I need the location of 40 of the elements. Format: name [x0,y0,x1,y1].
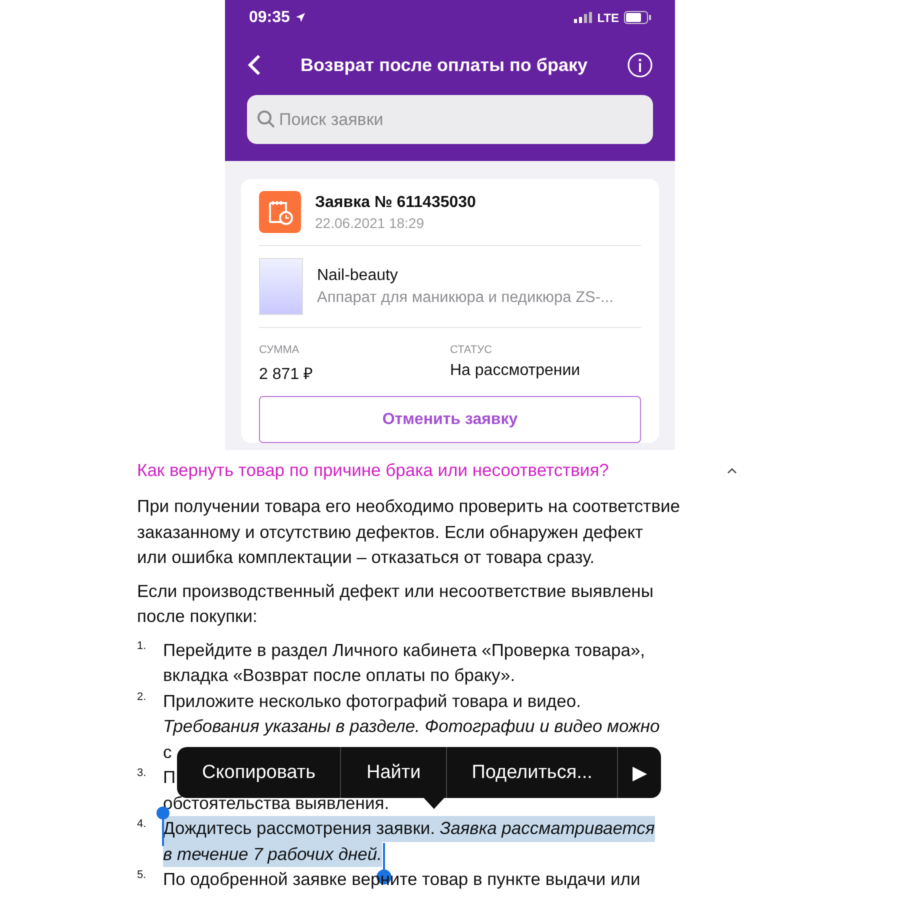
search-field[interactable]: Поиск заявки [247,95,653,144]
network-type: LTE [597,10,619,24]
step-line: вкладка «Возврат после оплаты по браку». [163,664,516,687]
step-line: П [163,766,176,789]
field-label: СТАТУС [450,344,494,356]
battery-icon [624,11,651,24]
status-time: 09:35 [249,8,290,26]
paragraph-line: заказанному и отсутствию дефектов. Если обнаружен дефект [137,520,644,544]
cancel-request-button[interactable]: Отменить заявку [259,396,641,443]
paragraph-line: после покупки: [137,605,258,628]
field-value: На рассмотрении [450,362,582,380]
product-name: Аппарат для маникюра и педикюра ZS-... [317,288,614,306]
signal-icon [574,12,592,23]
step-line: Приложите несколько фотографий товара и видео. [163,690,581,713]
screen-title: Возврат после оплаты по браку [300,54,588,76]
step-number: 5. [137,868,148,883]
paragraph-line: При получении товара его необходимо проверить на соответствие [137,495,682,518]
step-number: 4. [137,817,148,832]
field-value: 2 871 ₽ [259,365,314,384]
collapse-chevron-icon[interactable] [727,466,737,474]
menu-item[interactable]: Поделиться... [446,747,618,798]
request-date: 22.06.2021 18:29 [315,214,425,230]
field-label: СУММА [259,344,300,356]
paragraph-line: или ошибка комплектации – отказаться от товара сразу. [137,546,596,569]
paragraph-line: Если производственный дефект или несоответствие выявлены [137,580,654,603]
step-line: Перейдите в раздел Личного кабинета «Проверка товара», [163,638,646,662]
faq-question[interactable]: Как вернуть товар по причине брака или несоответствия? [137,460,609,480]
step-number: 2. [137,690,148,704]
calendar-clock-icon [259,191,301,233]
location-arrow-icon [294,12,306,23]
product-photo-placeholder [259,258,303,315]
step-number: 3. [137,766,148,781]
info-icon[interactable] [627,52,653,78]
step-line: Требования указаны в разделе. Фотографии и видео можно [163,715,660,738]
more-button[interactable]: ▶ [618,747,662,798]
step-line: с [163,740,172,764]
request-title: Заявка № 611435030 [315,194,476,212]
back-icon[interactable] [247,54,261,76]
seller-name: Nail-beauty [317,266,399,284]
step-number: 1. [137,638,148,654]
